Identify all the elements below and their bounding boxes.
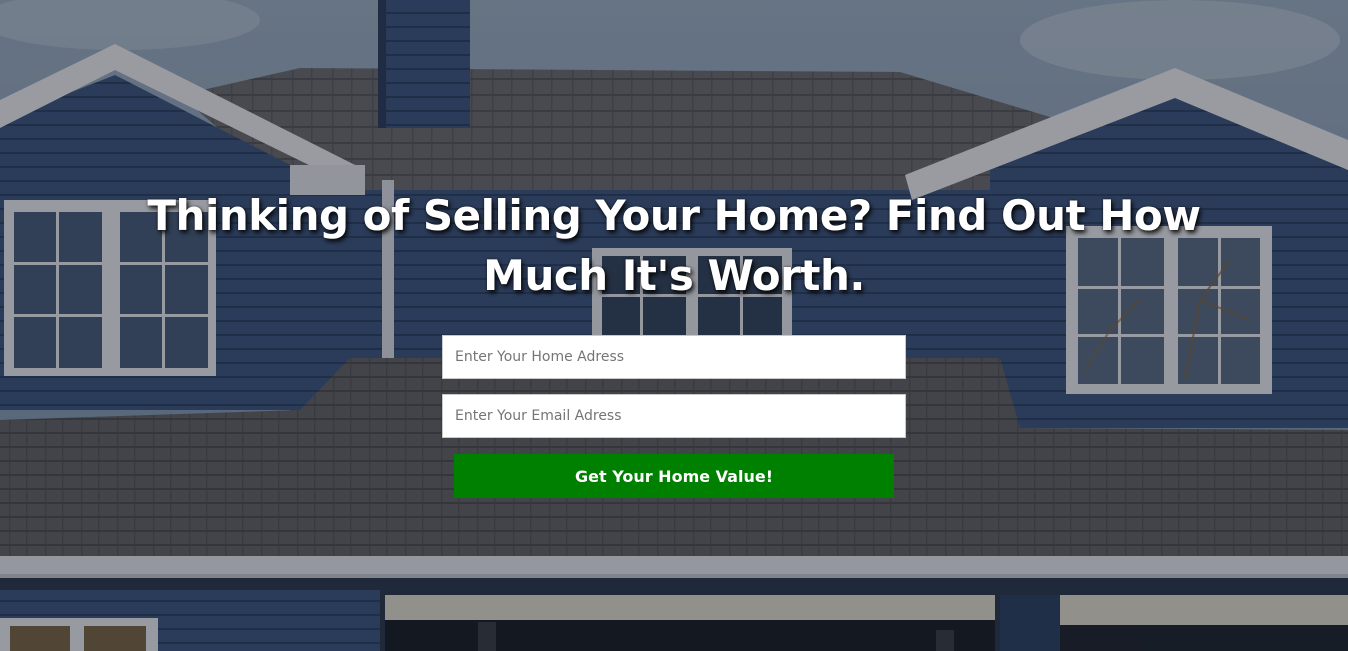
home-address-input[interactable]: [442, 335, 906, 379]
hero-section: Thinking of Selling Your Home? Find Out …: [0, 0, 1348, 651]
hero-content: Thinking of Selling Your Home? Find Out …: [0, 0, 1348, 651]
page-headline: Thinking of Selling Your Home? Find Out …: [147, 191, 1201, 300]
email-address-input[interactable]: [442, 394, 906, 438]
get-home-value-button[interactable]: Get Your Home Value!: [454, 454, 894, 498]
